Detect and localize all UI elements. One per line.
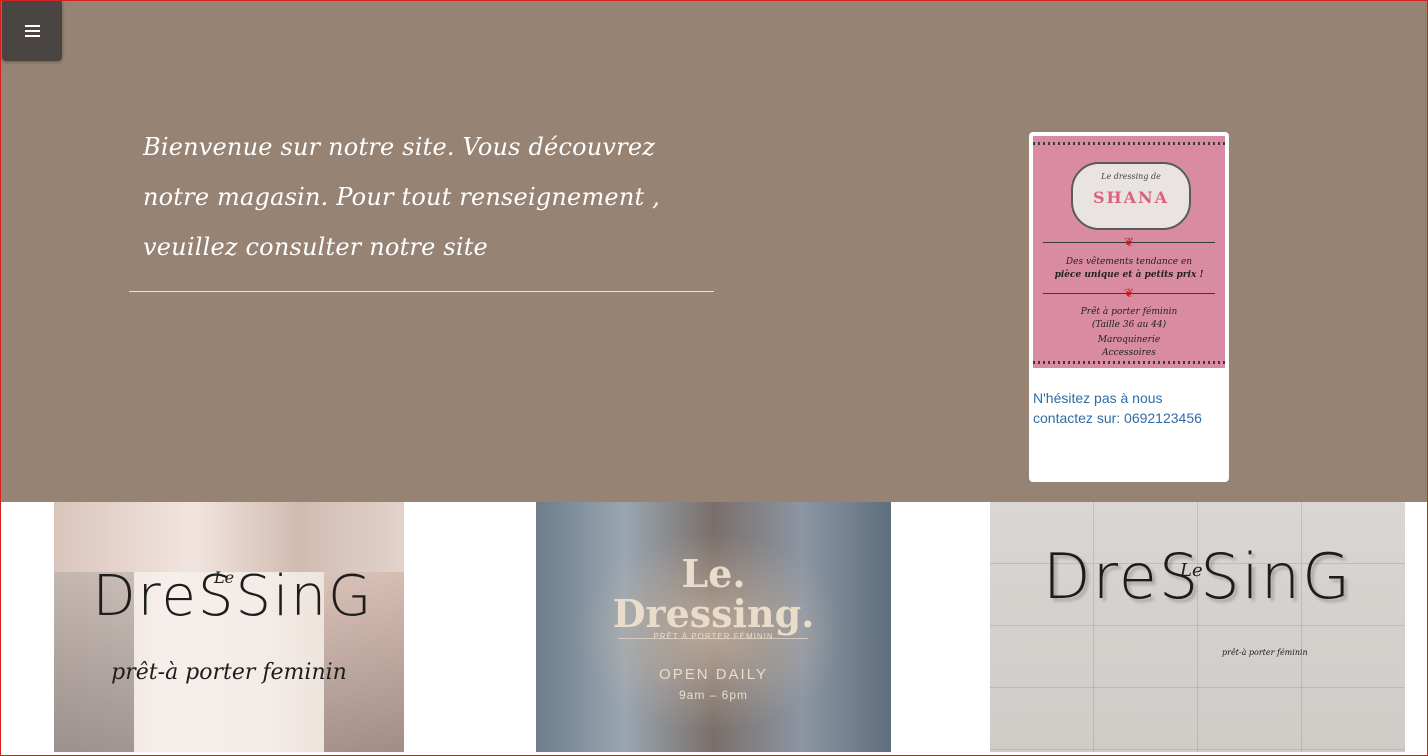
image-background bbox=[54, 502, 404, 572]
bow-icon: ❦ bbox=[1123, 235, 1135, 249]
bow-icon: ❦ bbox=[1123, 286, 1135, 300]
poster-line5: Maroquinerie bbox=[1097, 335, 1161, 345]
welcome-text: Bienvenue sur notre site. Vous découvrez… bbox=[143, 133, 660, 261]
poster-logo-frame: Le dressing de SHANA bbox=[1071, 162, 1191, 230]
gallery-image-store-interior[interactable]: Le DreSSinG prêt-à porter feminin bbox=[54, 502, 404, 752]
poster-line4: (Taille 36 au 44) bbox=[1091, 320, 1167, 330]
gallery-image-storefront-window[interactable]: Le. Dressing. PRÊT À PORTER FÉMININ OPEN… bbox=[536, 502, 891, 752]
poster-logo-small: Le dressing de bbox=[1101, 172, 1161, 181]
divider bbox=[129, 291, 714, 292]
poster-line3: Prêt à porter féminin bbox=[1080, 307, 1178, 317]
window-subtitle: PRÊT À PORTER FÉMININ bbox=[653, 632, 774, 641]
poster-line2: pièce unique et à petits prix ! bbox=[1054, 270, 1204, 280]
gallery-image-wall-sign[interactable]: DreSSinG Le prêt-à porter féminin bbox=[990, 502, 1405, 752]
contact-text: N'hésitez pas à nous contactez sur: 0692… bbox=[1033, 390, 1202, 426]
menu-toggle-button[interactable] bbox=[2, 1, 62, 61]
logo-text: DreSSinG bbox=[92, 564, 374, 629]
logo-le: Le bbox=[1180, 560, 1203, 581]
window-title-line1: Le. bbox=[681, 551, 746, 596]
hamburger-menu-icon bbox=[24, 25, 40, 37]
window-title: Le. Dressing. bbox=[536, 554, 891, 634]
window-title-line2: Dressing. bbox=[612, 591, 815, 636]
window-hours: 9am – 6pm bbox=[678, 688, 749, 702]
shop-card: Le dressing de SHANA ❦ Des vêtements ten… bbox=[1029, 132, 1229, 482]
poster-dots-bottom bbox=[1033, 361, 1225, 364]
poster-line6: Accessoires bbox=[1102, 348, 1156, 358]
shop-poster-image[interactable]: Le dressing de SHANA ❦ Des vêtements ten… bbox=[1033, 136, 1225, 368]
logo-tagline: prêt-à porter feminin bbox=[111, 660, 347, 685]
poster-logo-big: SHANA bbox=[1092, 188, 1170, 207]
poster-line1: Des vêtements tendance en bbox=[1065, 257, 1193, 267]
logo-tagline: prêt-à porter féminin bbox=[1222, 648, 1308, 657]
poster-dots-top bbox=[1033, 142, 1225, 145]
window-open: OPEN DAILY bbox=[659, 666, 768, 683]
